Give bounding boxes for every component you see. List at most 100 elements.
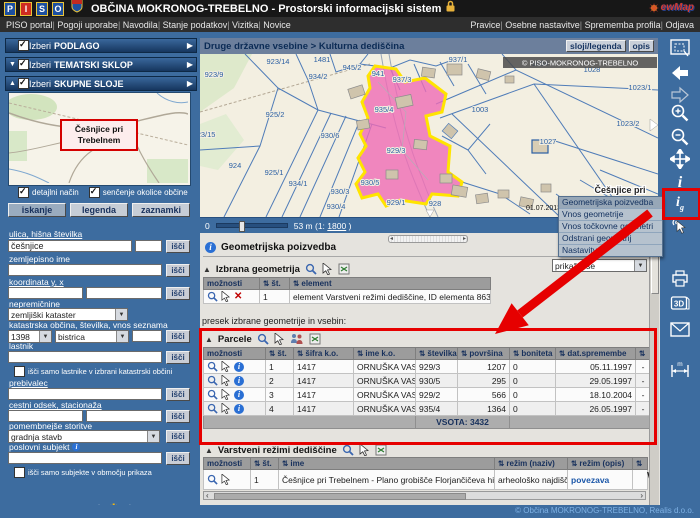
menu-navodila[interactable]: Navodila — [118, 20, 158, 30]
col-datum[interactable]: dat.spremembe — [556, 348, 636, 360]
menu-vnos-geometrije[interactable]: Vnos geometrije — [559, 209, 662, 221]
zoom-to-icon[interactable] — [207, 375, 218, 386]
poslovni-filter-checkbox[interactable]: išči samo subjekte v območju prikaza — [14, 467, 152, 478]
col-povrsina[interactable]: površina — [458, 348, 510, 360]
zemljepisno-input[interactable] — [8, 264, 162, 276]
zoom-slider-thumb[interactable] — [239, 221, 245, 232]
sidebar-section-skupni[interactable]: ▲ Izberi SKUPNE SLOJE ▶ — [5, 76, 197, 91]
isci-prebivalec-button[interactable]: išči — [166, 388, 190, 401]
skupni-checkbox[interactable] — [18, 78, 29, 89]
menu-odjava[interactable]: Odjava — [661, 20, 694, 30]
select-cursor-icon[interactable] — [221, 291, 231, 302]
isci-zemljepisno-button[interactable]: išči — [166, 264, 190, 277]
measure-icon[interactable]: m — [669, 358, 691, 380]
isci-parcela-button[interactable]: išči — [166, 330, 190, 343]
prebivalec-input[interactable] — [8, 388, 162, 400]
select-cursor-icon[interactable] — [221, 474, 231, 485]
lastnik-filter-checkbox[interactable]: išči samo lastnike v izbrani katastrski … — [14, 366, 172, 377]
map-horizontal-scrollbar[interactable]: ◂▸ — [388, 235, 468, 243]
zoom-to-icon[interactable] — [305, 263, 317, 275]
zoom-to-icon[interactable] — [207, 291, 218, 302]
delete-icon[interactable]: ✕ — [234, 292, 242, 302]
lastnik-input[interactable] — [8, 351, 162, 363]
chevron-right-icon[interactable]: ▶ — [187, 60, 193, 69]
collapse-icon[interactable]: ▲ — [203, 265, 211, 274]
map-canvas[interactable]: 923/14 1481 945/2 941 937/3 937/1 934/2 … — [200, 54, 658, 217]
col-rezim-opis[interactable]: režim (opis) — [568, 458, 633, 470]
print-icon[interactable] — [669, 268, 691, 290]
menu-pravice[interactable]: Pravice — [470, 20, 500, 30]
piso-logo[interactable]: I — [20, 2, 32, 16]
select-cursor-icon[interactable] — [274, 333, 285, 345]
export-icon[interactable] — [338, 263, 350, 275]
info-icon[interactable]: i — [72, 443, 80, 451]
povezava-link[interactable]: povezava — [568, 470, 633, 490]
overview-minimap[interactable]: Češnjice pri Trebelnem — [8, 92, 191, 186]
select-cursor-icon[interactable] — [322, 263, 333, 275]
export-icon[interactable] — [375, 444, 387, 456]
hisna-stevilka-input[interactable] — [135, 240, 162, 252]
col-element[interactable]: element — [290, 278, 491, 290]
zoom-slider[interactable] — [216, 223, 288, 228]
zoom-in-icon[interactable] — [669, 102, 691, 124]
detail-mode-toggle[interactable]: detajlni način — [18, 187, 79, 198]
varstveni-horizontal-scrollbar[interactable]: ‹› — [203, 491, 646, 500]
pan-icon[interactable] — [669, 148, 691, 170]
zoom-to-icon[interactable] — [207, 474, 218, 485]
filter-select[interactable]: prikaži vse▼ — [552, 259, 647, 272]
col-stevilka[interactable]: številka — [416, 348, 458, 360]
col-moznosti[interactable]: možnosti — [204, 348, 266, 360]
tab-iskanje[interactable]: iskanje — [8, 203, 66, 217]
chevron-down-icon[interactable]: ▼ — [9, 61, 18, 68]
podlago-checkbox[interactable] — [18, 40, 29, 51]
col-extra[interactable] — [633, 458, 648, 470]
select-cursor-icon[interactable] — [221, 403, 231, 414]
koordinata-label[interactable]: koordinata y, x — [9, 277, 64, 287]
poslovni-input[interactable] — [8, 452, 162, 464]
col-st[interactable]: št. — [260, 278, 290, 290]
isci-cestni-button[interactable]: išči — [166, 410, 190, 423]
menu-piso-portal[interactable]: PISO portal — [6, 20, 53, 30]
select-cursor-icon[interactable] — [221, 361, 231, 372]
col-moznosti[interactable]: možnosti — [204, 458, 251, 470]
chevron-right-icon[interactable]: ▶ — [187, 79, 193, 88]
menu-novice[interactable]: Novice — [258, 20, 290, 30]
details-icon[interactable]: i — [234, 390, 244, 400]
parcela-stevilka-input[interactable] — [132, 330, 162, 342]
col-ime-ko[interactable]: ime k.o. — [354, 348, 416, 360]
3d-view-icon[interactable]: 3D — [669, 292, 691, 314]
owners-icon[interactable] — [290, 333, 304, 345]
col-st[interactable]: št. — [266, 348, 294, 360]
tematski-checkbox[interactable] — [18, 59, 29, 70]
col-moznosti[interactable]: možnosti — [204, 278, 260, 290]
select-cursor-icon[interactable] — [221, 375, 231, 386]
zoom-to-icon[interactable] — [257, 333, 269, 345]
isci-poslovni-button[interactable]: išči — [166, 452, 190, 465]
col-st[interactable]: št. — [251, 458, 279, 470]
shading-toggle[interactable]: senčenje okolice občine — [89, 187, 188, 198]
select-cursor-icon[interactable] — [359, 444, 370, 456]
export-icon[interactable] — [309, 333, 321, 345]
collapse-icon[interactable]: ▲ — [205, 335, 213, 344]
history-back-icon[interactable] — [669, 62, 691, 84]
details-icon[interactable]: i — [234, 404, 244, 414]
zoom-out-icon[interactable] — [669, 126, 691, 148]
isci-ulica-button[interactable]: išči — [166, 240, 190, 253]
sidebar-section-tematski[interactable]: ▼ Izberi TEMATSKI SKLOP ▶ — [5, 57, 197, 72]
col-sifra-ko[interactable]: šifra k.o. — [294, 348, 354, 360]
menu-geometrijska-poizvedba[interactable]: Geometrijska poizvedba — [559, 197, 662, 209]
select-visible-icon[interactable] — [669, 216, 691, 238]
prebivalec-label[interactable]: prebivalec — [9, 378, 48, 388]
piso-logo[interactable]: P — [4, 2, 16, 16]
isci-lastnik-button[interactable]: išči — [166, 351, 190, 364]
piso-logo[interactable]: S — [36, 2, 48, 16]
menu-vnos-tockovne[interactable]: Vnos točkovne geometri — [559, 221, 662, 233]
tab-zaznamki[interactable]: zaznamki — [132, 203, 190, 217]
menu-odstrani-geometrijo[interactable]: Odstrani geometrij — [559, 233, 662, 245]
menu-nastavitve[interactable]: Nastavitve — [559, 245, 662, 256]
sidebar-section-podlago[interactable]: Izberi PODLAGO ▶ — [5, 38, 197, 53]
menu-vizitka[interactable]: Vizitka — [227, 20, 258, 30]
scrollbar-thumb[interactable] — [214, 493, 466, 500]
col-ime[interactable]: ime — [279, 458, 495, 470]
menu-sprememba-profila[interactable]: Sprememba profila — [580, 20, 661, 30]
